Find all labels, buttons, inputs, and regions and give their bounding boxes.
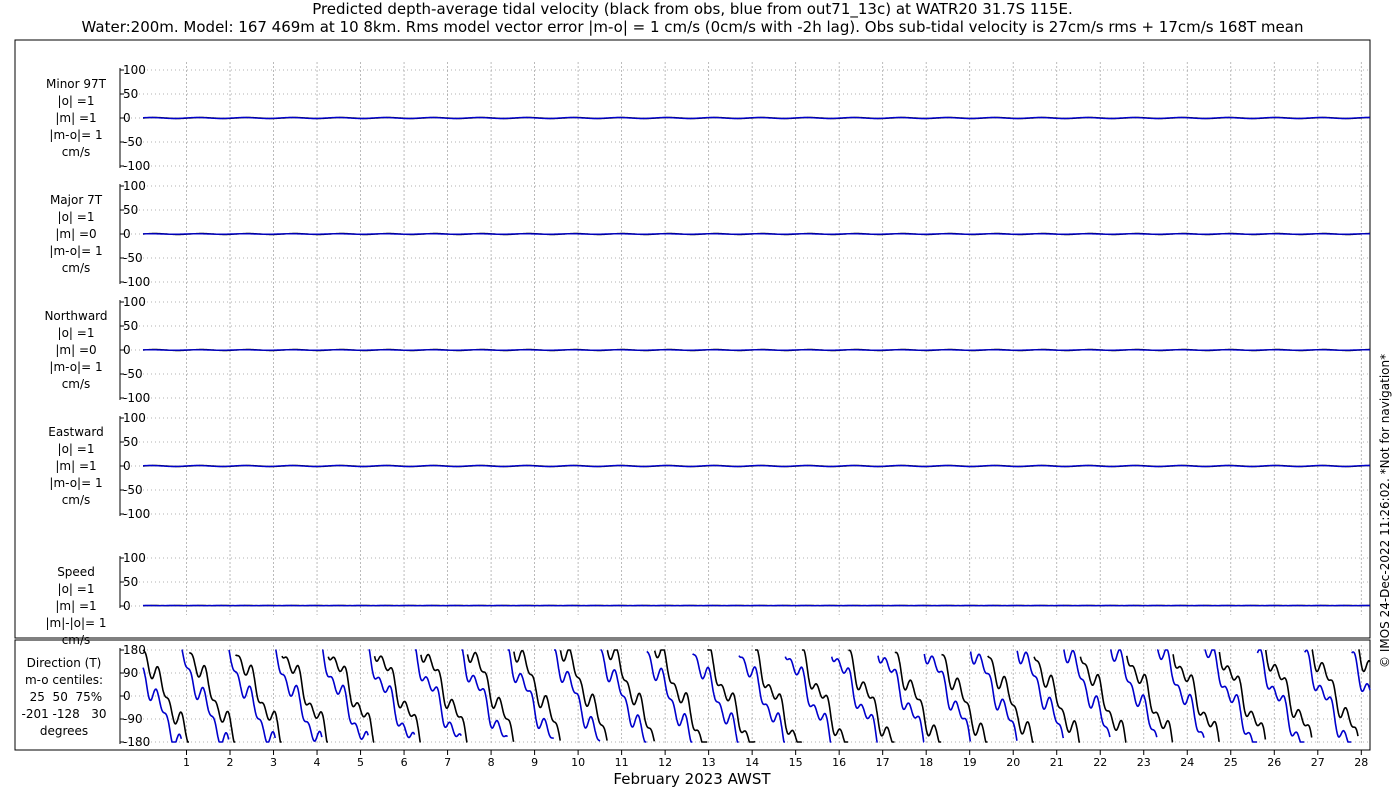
x-tick-label: 12 [658, 756, 672, 769]
x-tick-label: 13 [702, 756, 716, 769]
x-tick-label: 2 [227, 756, 234, 769]
panel-label-line: Northward [44, 309, 107, 323]
y-tick-label: 0 [123, 111, 131, 125]
y-tick-label: 100 [123, 63, 146, 77]
y-tick-label: 90 [123, 666, 138, 680]
x-axis-label: February 2023 AWST [613, 770, 771, 788]
panel-label-line: |m| =1 [55, 599, 96, 613]
panel-label-line: cm/s [62, 493, 91, 507]
panel-label-line: |m-o|= 1 [49, 360, 102, 374]
y-tick-label: 0 [123, 599, 131, 613]
x-tick-label: 28 [1354, 756, 1368, 769]
y-tick-label: -50 [123, 367, 143, 381]
panel-label-line: |o| =1 [58, 210, 95, 224]
y-tick-label: 100 [123, 411, 146, 425]
panel-label-line: cm/s [62, 145, 91, 159]
y-tick-label: 100 [123, 179, 146, 193]
panel-label-line: |o| =1 [58, 442, 95, 456]
panel-major [119, 184, 1370, 284]
panel-label-line: |o| =1 [58, 94, 95, 108]
panel-label-line: |o| =1 [58, 582, 95, 596]
direction-frame [14, 639, 1371, 751]
panel-label-line: |m|-|o|= 1 [45, 616, 106, 630]
panel-label-line: Direction (T) [27, 656, 102, 670]
panel-label-line: m-o centiles: [25, 673, 103, 687]
x-tick-label: 24 [1180, 756, 1194, 769]
panel-label-line: degrees [40, 724, 88, 738]
y-tick-label: 100 [123, 551, 146, 565]
x-tick-label: 14 [745, 756, 759, 769]
panel-northward [119, 300, 1370, 400]
y-tick-label: -100 [123, 275, 150, 289]
y-tick-label: -50 [123, 483, 143, 497]
x-tick-label: 8 [488, 756, 495, 769]
x-tick-label: 5 [357, 756, 364, 769]
x-tick-label: 23 [1137, 756, 1151, 769]
panel-label-line: |m| =1 [55, 111, 96, 125]
panel-label-line: Minor 97T [46, 77, 107, 91]
panel-label-line: Eastward [48, 425, 103, 439]
x-tick-label: 22 [1093, 756, 1107, 769]
y-tick-label: 50 [123, 319, 138, 333]
y-tick-label: -180 [123, 735, 150, 749]
panel-label-line: cm/s [62, 377, 91, 391]
x-tick-label: 7 [444, 756, 451, 769]
x-tick-label: 3 [270, 756, 277, 769]
x-tick-label: 17 [876, 756, 890, 769]
panel-label-line: |m-o|= 1 [49, 244, 102, 258]
x-tick-label: 1 [183, 756, 190, 769]
y-tick-label: -100 [123, 159, 150, 173]
y-tick-label: 0 [123, 227, 131, 241]
x-tick-label: 11 [615, 756, 629, 769]
upper-frame [14, 39, 1371, 639]
panel-label-line: |m-o|= 1 [49, 476, 102, 490]
panel-label-line: |m| =0 [55, 343, 96, 357]
x-tick-label: 21 [1050, 756, 1064, 769]
y-tick-label: -50 [123, 135, 143, 149]
y-tick-label: -90 [123, 712, 143, 726]
x-tick-label: 19 [963, 756, 977, 769]
x-tick-label: 26 [1267, 756, 1281, 769]
x-tick-label: 16 [832, 756, 846, 769]
y-tick-label: 180 [123, 643, 146, 657]
x-tick-label: 27 [1311, 756, 1325, 769]
y-tick-label: 0 [123, 459, 131, 473]
tidal-velocity-chart: 100500-50-100Minor 97T|o| =1|m| =1|m-o|=… [14, 39, 1371, 788]
y-tick-label: 50 [123, 435, 138, 449]
panel-label-line: -201 -128 30 [22, 707, 107, 721]
y-tick-label: 50 [123, 203, 138, 217]
panel-label-line: Speed [57, 565, 95, 579]
y-tick-label: -100 [123, 507, 150, 521]
y-tick-label: 0 [123, 689, 131, 703]
x-tick-label: 25 [1224, 756, 1238, 769]
panel-direction [119, 648, 1371, 744]
y-tick-label: 50 [123, 575, 138, 589]
panel-label-line: |m| =1 [55, 459, 96, 473]
panel-label-line: cm/s [62, 261, 91, 275]
x-tick-label: 6 [401, 756, 408, 769]
x-tick-label: 4 [314, 756, 321, 769]
panel-label-line: |m| =0 [55, 227, 96, 241]
y-tick-label: 0 [123, 343, 131, 357]
panel-eastward [119, 416, 1370, 516]
y-tick-label: 100 [123, 295, 146, 309]
x-tick-label: 20 [1006, 756, 1020, 769]
y-tick-label: 50 [123, 87, 138, 101]
panel-label-line: cm/s [62, 633, 91, 647]
panel-label-line: |o| =1 [58, 326, 95, 340]
panel-label-line: Major 7T [50, 193, 103, 207]
x-tick-label: 18 [919, 756, 933, 769]
panel-label-line: |m-o|= 1 [49, 128, 102, 142]
y-tick-label: -50 [123, 251, 143, 265]
x-tick-label: 15 [789, 756, 803, 769]
panel-label-line: 25 50 75% [26, 690, 102, 704]
panel-speed [119, 556, 1370, 608]
panel-minor [119, 68, 1370, 168]
x-tick-label: 9 [531, 756, 538, 769]
y-tick-label: -100 [123, 391, 150, 405]
x-tick-label: 10 [571, 756, 585, 769]
